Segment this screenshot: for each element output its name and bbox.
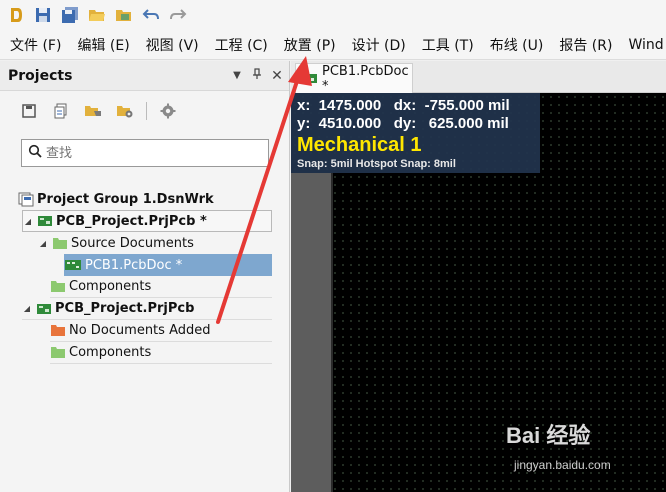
folder-icon [52,237,68,250]
menu-tools[interactable]: 工具 (T) [412,35,480,55]
redo-icon[interactable] [166,3,190,27]
quick-access-toolbar [0,0,666,30]
empty-folder-icon [50,324,66,337]
document-tab[interactable]: PCB1.PcbDoc * [295,63,413,94]
close-icon[interactable]: ✕ [269,68,285,84]
hud-snap-info: Snap: 5mil Hotspot Snap: 8mil [297,158,456,170]
menu-route[interactable]: 布线 (U) [480,35,550,55]
search-box[interactable] [21,139,269,167]
menu-bar: 文件 (F) 编辑 (E) 视图 (V) 工程 (C) 放置 (P) 设计 (D… [0,30,666,60]
toolbar-separator [146,102,147,120]
search-input[interactable] [46,145,246,161]
panel-title: Projects [8,67,73,84]
folder-tag-icon[interactable] [82,100,104,122]
documents-icon[interactable] [50,100,72,122]
tree-label: PCB1.PcbDoc * [85,257,183,273]
undo-icon[interactable] [139,3,163,27]
tree-label: Components [69,279,152,294]
save-icon[interactable] [18,100,40,122]
tree-item-project-1[interactable]: ◢ PCB_Project.PrjPcb * [22,210,272,232]
gear-icon[interactable] [157,100,179,122]
expand-arrow-icon[interactable]: ◢ [22,304,32,313]
menu-design[interactable]: 设计 (D) [342,35,412,55]
tree-item-source-documents[interactable]: ◢ Source Documents [38,232,194,254]
app-logo-icon[interactable] [4,3,28,27]
tree-label: Project Group 1.DsnWrk [37,191,214,207]
workspace-icon [18,191,34,207]
tree-label: PCB_Project.PrjPcb * [56,213,207,229]
menu-file[interactable]: 文件 (F) [0,35,67,55]
pcb-project-icon [36,302,52,316]
menu-place[interactable]: 放置 (P) [274,35,342,55]
hud-coord-x: x: 1475.000 dx: -755.000 mil [297,97,510,114]
panel-menu-chevron-icon[interactable]: ▼ [229,70,245,81]
heads-up-display: x: 1475.000 dx: -755.000 mil y: 4510.000… [291,93,540,173]
watermark-brand: Bai 经验 [506,423,591,448]
tree-item-components-2[interactable]: Components [50,342,272,364]
open-project-icon[interactable] [112,3,136,27]
open-folder-icon[interactable] [85,3,109,27]
folder-icon [50,346,66,359]
tree-label: PCB_Project.PrjPcb [55,301,195,316]
folder-icon [50,280,66,293]
watermark: Bai 经验 jingyan.baidu.com [506,418,662,488]
tree-label: Components [69,345,152,360]
tree-item-no-documents[interactable]: No Documents Added [50,320,272,342]
tree-item-project-2[interactable]: ◢ PCB_Project.PrjPcb [22,298,272,320]
hud-coord-y: y: 4510.000 dy: 625.000 mil [297,115,509,132]
board-edge-strip [291,173,333,492]
expand-arrow-icon[interactable]: ◢ [23,217,33,226]
tree-label: No Documents Added [69,323,211,338]
menu-edit[interactable]: 编辑 (E) [67,35,135,55]
tree-item-components[interactable]: Components [50,276,272,298]
panel-header: Projects ▼ ✕ [0,61,289,91]
tree-label: Source Documents [71,235,194,251]
tab-label: PCB1.PcbDoc * [322,63,409,94]
hud-layer-name: Mechanical 1 [297,134,422,156]
menu-window[interactable]: Wind [618,37,666,53]
pcb-project-icon [37,214,53,228]
folder-settings-icon[interactable] [114,100,136,122]
pcb-document-icon [302,72,318,85]
document-tab-strip: PCB1.PcbDoc * [291,61,666,94]
menu-view[interactable]: 视图 (V) [136,35,205,55]
tree-item-project-group[interactable]: Project Group 1.DsnWrk [18,188,214,210]
menu-reports[interactable]: 报告 (R) [549,35,618,55]
projects-panel: Projects ▼ ✕ 查找 Project Group 1.DsnWrk ◢… [0,61,290,492]
watermark-url: jingyan.baidu.com [514,458,611,472]
pcb-document-icon [64,258,82,272]
save-all-icon[interactable] [58,3,82,27]
panel-toolbar [0,91,289,131]
tree-item-pcb-doc[interactable]: PCB1.PcbDoc * [64,254,272,276]
pin-icon[interactable] [249,68,265,83]
save-icon[interactable] [31,3,55,27]
menu-project[interactable]: 工程 (C) [205,35,274,55]
search-icon [28,144,42,162]
expand-arrow-icon[interactable]: ◢ [38,239,48,248]
